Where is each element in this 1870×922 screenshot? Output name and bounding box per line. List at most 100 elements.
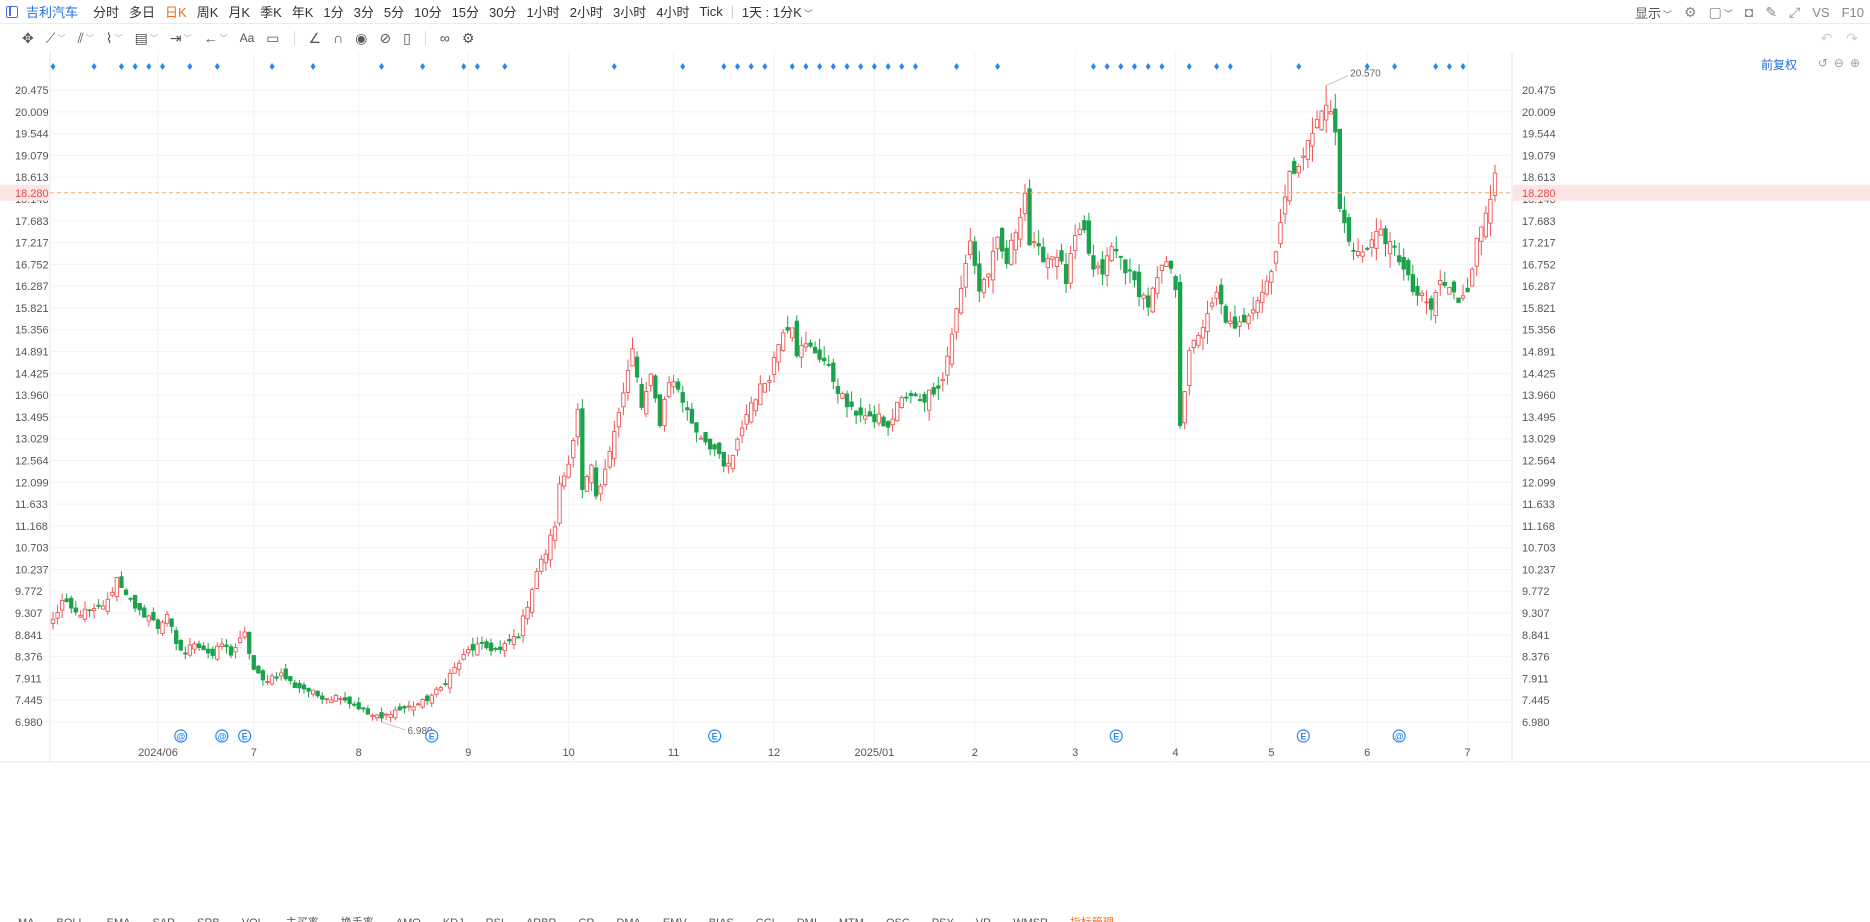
- period-tab[interactable]: 3分: [349, 2, 379, 21]
- indicator-tab[interactable]: PSY: [932, 914, 954, 922]
- indicator-tab[interactable]: SRB: [197, 914, 220, 922]
- candle-body: [96, 604, 101, 607]
- candle-body: [1428, 298, 1434, 310]
- period-tab[interactable]: 1分: [318, 2, 348, 21]
- indicator-tab[interactable]: RSI: [486, 914, 504, 922]
- indicator-tab[interactable]: 主买率: [286, 914, 319, 922]
- range-tool-icon[interactable]: ⇥ ﹀: [166, 30, 196, 47]
- period-tab[interactable]: 5分: [379, 2, 409, 21]
- fuquan-toggle[interactable]: 前复权: [1761, 56, 1797, 73]
- period-tab[interactable]: 多日: [124, 2, 160, 21]
- indicator-tab[interactable]: KDJ: [443, 914, 464, 922]
- camera-icon[interactable]: ◘: [1745, 4, 1753, 20]
- layout-icon[interactable]: ▢ ﹀: [1709, 4, 1733, 21]
- angle-tool-icon[interactable]: ∠: [305, 30, 326, 47]
- candle-body: [1479, 226, 1484, 242]
- period-tab[interactable]: 分时: [88, 2, 124, 21]
- link-icon[interactable]: ∞: [436, 30, 454, 46]
- indicator-tab[interactable]: AMO: [396, 914, 421, 922]
- period-tab[interactable]: 月K: [223, 2, 255, 21]
- period-tab[interactable]: 10分: [409, 2, 446, 21]
- candle-body: [822, 357, 827, 362]
- candle-body: [986, 273, 991, 278]
- text-tool-icon[interactable]: Aa: [236, 31, 259, 45]
- display-dropdown[interactable]: 显示 ﹀: [1635, 3, 1672, 22]
- f10-button[interactable]: F10: [1842, 5, 1864, 20]
- interval-dropdown[interactable]: 1天 : 1分K ﹀: [737, 2, 818, 21]
- line-tool-icon[interactable]: ⟋ ﹀: [42, 30, 70, 47]
- y-tick-label-left: 8.376: [15, 652, 43, 664]
- hide-icon[interactable]: ⊘: [375, 30, 395, 47]
- period-tab[interactable]: 2小时: [565, 2, 608, 21]
- indicator-tab[interactable]: CR: [579, 914, 595, 922]
- channel-tool-icon[interactable]: ⫽ ﹀: [74, 30, 98, 47]
- indicator-tab[interactable]: EMV: [663, 914, 687, 922]
- zoom-out-icon[interactable]: ⊖: [1834, 56, 1844, 70]
- period-tab[interactable]: 周K: [192, 2, 224, 21]
- gear-icon[interactable]: ⚙: [1684, 4, 1697, 21]
- fib-tool-icon[interactable]: ▤ ﹀: [131, 30, 162, 47]
- period-tab[interactable]: 3小时: [608, 2, 651, 21]
- period-tab[interactable]: 15分: [447, 2, 484, 21]
- indicator-tab[interactable]: DMI: [797, 914, 817, 922]
- indicator-tab[interactable]: DMA: [616, 914, 640, 922]
- candle-body: [475, 643, 480, 656]
- indicator-tab[interactable]: 指标管理: [1070, 914, 1114, 922]
- indicator-tab[interactable]: OSC: [886, 914, 910, 922]
- candle-body: [1305, 140, 1311, 160]
- redo-icon[interactable]: ↷: [1846, 30, 1858, 47]
- undo-icon[interactable]: ↶: [1821, 30, 1833, 47]
- candle-body: [425, 695, 430, 702]
- period-tab[interactable]: Tick: [694, 4, 727, 19]
- trash-icon[interactable]: ▯: [399, 30, 415, 47]
- candle-body: [361, 707, 366, 710]
- candle-body: [963, 262, 968, 288]
- candle-body: [1191, 339, 1196, 348]
- kline-chart[interactable]: 20.475 20.475 20.009 20.009 19.544 19.544 19.0…: [0, 52, 1870, 912]
- zoom-in-icon[interactable]: ⊕: [1850, 56, 1860, 70]
- move-icon[interactable]: ✥: [18, 30, 38, 47]
- settings-icon[interactable]: ⚙: [458, 30, 479, 47]
- stock-name[interactable]: 吉利汽车: [26, 2, 78, 21]
- candle-body: [735, 438, 740, 451]
- y-tick-label-left: 15.356: [15, 325, 49, 337]
- reset-icon[interactable]: ↺: [1818, 56, 1828, 70]
- signal-diamond-icon: [1118, 63, 1124, 70]
- vs-button[interactable]: VS: [1812, 5, 1829, 20]
- period-tab[interactable]: 30分: [484, 2, 521, 21]
- indicator-tab[interactable]: BOLL: [57, 914, 85, 922]
- eye-icon[interactable]: ◉: [351, 30, 371, 47]
- indicator-tab[interactable]: EMA: [107, 914, 131, 922]
- indicator-tab[interactable]: SAR: [152, 914, 175, 922]
- pen-icon[interactable]: ✎: [1765, 4, 1777, 21]
- period-tab[interactable]: 日K: [160, 2, 192, 21]
- candle-body: [91, 607, 97, 612]
- indicator-tab[interactable]: VOL: [242, 914, 264, 922]
- candle-body: [461, 654, 466, 660]
- candle-body: [1091, 255, 1096, 270]
- indicator-tab[interactable]: CCI: [756, 914, 775, 922]
- candle-body: [155, 619, 161, 629]
- y-tick-label-right: 6.980: [1522, 717, 1550, 729]
- candle-body: [557, 483, 562, 524]
- kline-chart-svg[interactable]: 20.475 20.475 20.009 20.009 19.544 19.544 19.0…: [0, 52, 1870, 914]
- indicator-tab[interactable]: VR: [976, 914, 991, 922]
- indicator-tab[interactable]: MTM: [839, 914, 864, 922]
- indicator-tab[interactable]: 换手率: [341, 914, 374, 922]
- indicator-tab[interactable]: WMSR: [1013, 914, 1048, 922]
- panel-toggle-icon[interactable]: [6, 5, 18, 18]
- candle-body: [895, 401, 900, 422]
- period-tab[interactable]: 1小时: [522, 2, 565, 21]
- wave-tool-icon[interactable]: ⌇ ﹀: [102, 30, 127, 47]
- magnet-icon[interactable]: ∩: [329, 30, 347, 46]
- comment-tool-icon[interactable]: ▭: [262, 30, 283, 47]
- period-tab[interactable]: 4小时: [651, 2, 694, 21]
- fullscreen-icon[interactable]: ⤢: [1789, 4, 1800, 21]
- period-tab[interactable]: 季K: [255, 2, 287, 21]
- arrow-tool-icon[interactable]: ← ﹀: [200, 30, 232, 46]
- indicator-tab[interactable]: BIAS: [709, 914, 734, 922]
- period-tab[interactable]: 年K: [287, 2, 319, 21]
- indicator-tab[interactable]: MA: [18, 914, 35, 922]
- indicator-tab[interactable]: ARBR: [526, 914, 557, 922]
- y-tick-label-right: 20.475: [1522, 85, 1556, 97]
